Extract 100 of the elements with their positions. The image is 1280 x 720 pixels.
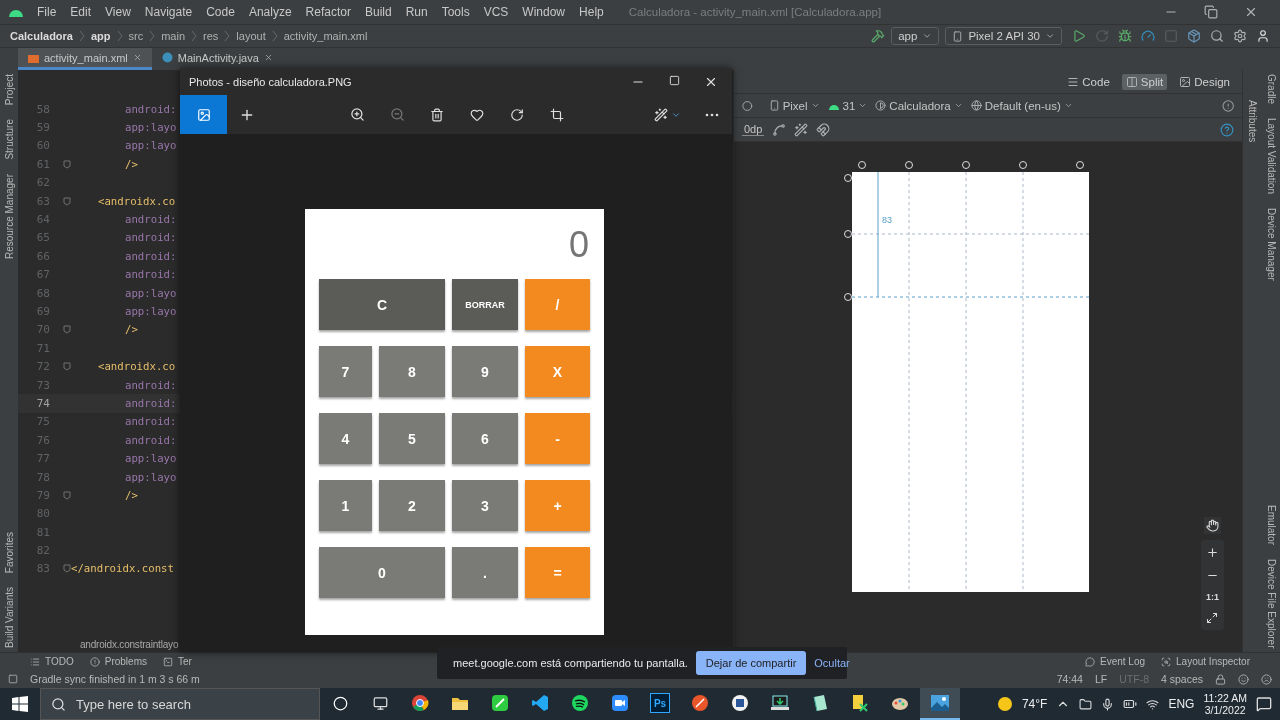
constraint-icon[interactable] (772, 122, 787, 137)
breadcrumb-item[interactable]: res (203, 30, 219, 42)
debug-icon[interactable] (1118, 29, 1132, 43)
fold-marker-icon[interactable] (63, 362, 71, 372)
tool-window-tab[interactable]: Device Manager (1265, 208, 1277, 281)
tool-window-tab[interactable]: Project (3, 74, 15, 106)
line-ending[interactable]: LF (1094, 673, 1108, 685)
module-dropdown[interactable]: app (891, 27, 940, 45)
menu-item[interactable]: Window (515, 5, 573, 19)
tool-window-button[interactable]: TODO (30, 656, 74, 667)
code-breadcrumb[interactable]: androidx.constraintlayo (80, 638, 179, 650)
tool-window-tab[interactable]: Emulator (1265, 504, 1277, 545)
taskbar-button[interactable]: Ps (640, 688, 680, 720)
magic-wand-icon[interactable] (794, 122, 809, 137)
restore-icon[interactable] (1204, 5, 1218, 19)
weather-temperature[interactable]: 74°F (1021, 697, 1048, 711)
code-text: android: (125, 268, 177, 282)
menu-item[interactable]: Help (572, 5, 611, 19)
tool-window-tab[interactable]: Favorites (3, 531, 15, 574)
fold-marker-icon[interactable] (63, 325, 71, 335)
pan-button[interactable] (1204, 517, 1221, 534)
battery-icon[interactable] (1123, 697, 1138, 711)
theme-selector[interactable]: Calculadora (875, 99, 963, 112)
menu-item[interactable]: VCS (476, 5, 516, 19)
browser-icon (411, 694, 429, 712)
tool-window-tab[interactable]: Resource Manager (3, 173, 15, 259)
menu-item[interactable]: Tools (434, 5, 477, 19)
tool-window-tab[interactable]: Attributes (1247, 100, 1258, 143)
menu-item[interactable]: Edit (63, 5, 99, 19)
caret-position[interactable]: 74:44 (1056, 673, 1083, 685)
indent-setting[interactable]: 4 spaces (1160, 673, 1203, 685)
tool-window-tab[interactable]: Structure (3, 119, 15, 160)
tool-window-tab[interactable]: Device File Explorer (1265, 558, 1277, 648)
tool-window-button[interactable]: Problems (89, 656, 147, 667)
tool-window-tab[interactable]: Gradle (1265, 74, 1277, 104)
fold-marker-icon[interactable] (63, 159, 71, 169)
line-number: 75 (35, 415, 50, 429)
breadcrumb-item[interactable]: layout (236, 30, 266, 42)
fold-marker-icon[interactable] (63, 490, 71, 500)
tool-window-tab[interactable]: Layout Validation (1265, 118, 1277, 194)
view-mode-button[interactable]: Split (1121, 73, 1168, 90)
search-field[interactable]: Type here to search (40, 688, 320, 720)
fold-marker-icon[interactable] (63, 564, 71, 574)
locale-selector[interactable]: Default (en-us) (970, 99, 1073, 112)
lock-icon[interactable] (1215, 673, 1226, 685)
menu-item[interactable]: Build (357, 5, 399, 19)
notes-app-icon (491, 694, 509, 712)
device-dropdown[interactable]: Pixel 2 API 30 (945, 27, 1062, 45)
menu-item[interactable]: Analyze (241, 5, 299, 19)
notifications-icon[interactable] (1256, 696, 1272, 712)
microphone-icon[interactable] (1101, 697, 1115, 711)
zoom-reset-button[interactable]: 1:1 (1204, 590, 1221, 604)
settings-icon[interactable] (1233, 29, 1247, 43)
image-view-button[interactable] (180, 95, 227, 134)
tool-window-button[interactable]: Ter (162, 656, 192, 667)
clock-date[interactable]: 3/1/2022 (1204, 704, 1246, 716)
menu-item[interactable]: Run (398, 5, 435, 19)
calculator-key: 4 (319, 413, 372, 464)
warning-icon[interactable] (1221, 98, 1234, 113)
frown-icon[interactable] (1261, 673, 1272, 685)
fold-marker-icon[interactable] (63, 196, 71, 206)
margin-field[interactable]: 0dp (742, 123, 765, 136)
editor-tab[interactable]: MainActivity.java (151, 48, 283, 70)
tool-window-button[interactable]: Layout Inspector (1161, 656, 1250, 667)
user-icon[interactable] (1256, 29, 1270, 43)
device-selector[interactable]: Pixel (768, 99, 820, 112)
api-selector[interactable]: 31 (827, 99, 868, 112)
view-mode-button[interactable]: Design (1175, 73, 1234, 90)
smile-icon[interactable] (1238, 673, 1249, 685)
view-mode-button[interactable]: Code (1063, 73, 1114, 90)
tool-window-tab[interactable]: Build Variants (3, 587, 15, 648)
line-number: 65 (35, 231, 50, 245)
profiler-icon[interactable] (1141, 29, 1155, 43)
menu-item[interactable]: File (30, 5, 64, 19)
hide-link[interactable]: Ocultar (814, 657, 850, 669)
line-number: 67 (35, 268, 50, 282)
tool-window-button[interactable]: Event Log (1085, 656, 1146, 667)
menu-item[interactable]: Navigate (137, 5, 200, 19)
search-icon[interactable] (1210, 29, 1224, 43)
menu-item[interactable]: Refactor (298, 5, 358, 19)
breadcrumb-item[interactable]: activity_main.xml (283, 30, 368, 42)
caret-icon (810, 101, 820, 110)
breadcrumb-item[interactable]: app (90, 30, 111, 42)
help-icon[interactable] (1220, 122, 1234, 137)
menu-item[interactable]: View (98, 5, 138, 19)
wifi-icon[interactable] (1146, 697, 1160, 711)
breadcrumb-item[interactable]: src (128, 30, 144, 42)
xml-file-icon (28, 52, 39, 63)
run-icon[interactable] (1072, 29, 1086, 43)
breadcrumb-item[interactable]: Calculadora (10, 30, 73, 42)
hammer-icon[interactable] (871, 29, 886, 43)
close-icon[interactable] (1244, 5, 1258, 19)
menu-item[interactable]: Code (199, 5, 242, 19)
maximize-icon[interactable] (669, 74, 680, 86)
language-indicator[interactable]: ENG (1168, 697, 1195, 711)
stop-sharing-button[interactable]: Dejar de compartir (695, 651, 807, 675)
editor-tab[interactable]: activity_main.xml (18, 48, 152, 70)
line-number: 72 (35, 360, 50, 374)
clock-time[interactable]: 11:22 AM (1203, 692, 1247, 704)
breadcrumb-item[interactable]: main (161, 30, 186, 42)
